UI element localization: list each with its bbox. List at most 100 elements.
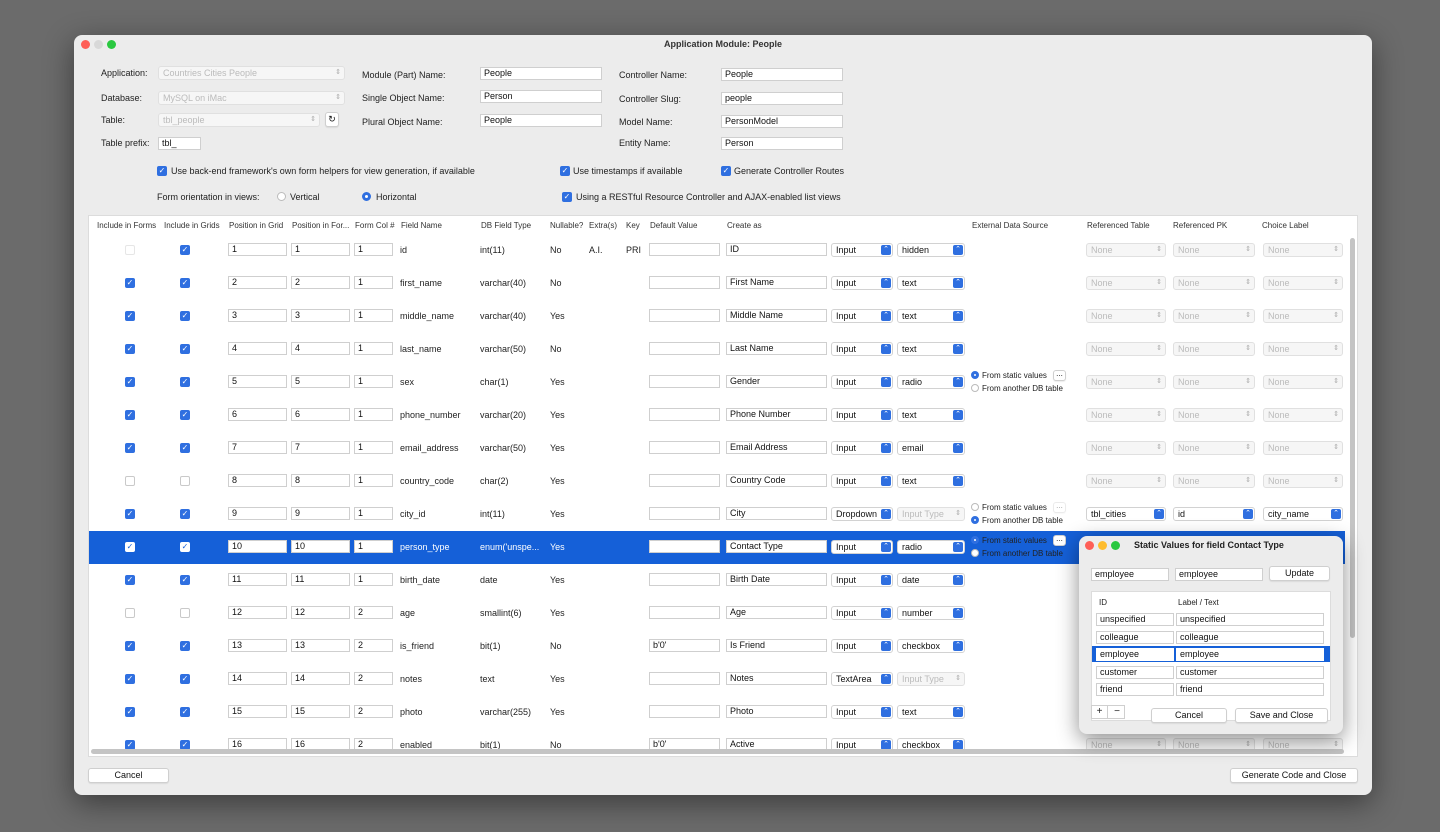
input-type-select[interactable]: text ⌃	[897, 408, 965, 422]
include-in-forms-checkbox[interactable]: ✓	[125, 278, 135, 288]
include-in-grids-checkbox[interactable]: ✓	[180, 377, 190, 387]
position-in-form-field[interactable]: 2	[291, 276, 350, 289]
static-value-id[interactable]: customer	[1096, 665, 1174, 679]
include-in-forms-checkbox[interactable]: ✓	[125, 311, 135, 321]
choice-label-select[interactable]: None⇕	[1263, 309, 1343, 323]
choice-label-select[interactable]: None⇕	[1263, 243, 1343, 257]
column-header[interactable]: Default Value	[650, 221, 697, 230]
referenced-table-select[interactable]: None⇕	[1086, 342, 1166, 356]
remove-value-button[interactable]: −	[1109, 706, 1125, 718]
control-type-select[interactable]: Input ⌃	[831, 540, 893, 554]
table-row[interactable]: ✓ ✓ 3 3 1 middle_name varchar(40) Yes Middle Nam…	[89, 300, 1345, 333]
default-value-field[interactable]	[649, 507, 720, 520]
static-value-label[interactable]: friend	[1176, 683, 1324, 696]
column-header[interactable]: Field Name	[401, 221, 442, 230]
default-value-field[interactable]	[649, 408, 720, 421]
default-value-field[interactable]: b'0'	[649, 639, 720, 652]
form-column-field[interactable]: 1	[354, 408, 393, 421]
input-type-select[interactable]: text ⌃	[897, 342, 965, 356]
include-in-forms-checkbox[interactable]: ✓	[125, 641, 135, 651]
column-header[interactable]: Key	[626, 221, 640, 230]
position-in-grid-field[interactable]: 5	[228, 375, 287, 388]
module-name-field[interactable]: People	[480, 67, 602, 80]
position-in-grid-field[interactable]: 6	[228, 408, 287, 421]
include-in-forms-checkbox[interactable]: ✓	[125, 245, 135, 255]
control-type-select[interactable]: Input ⌃	[831, 639, 893, 653]
control-type-select[interactable]: Input ⌃	[831, 441, 893, 455]
from-db-table-radio[interactable]	[971, 516, 979, 524]
static-value-id[interactable]: unspecified	[1096, 613, 1174, 626]
table-row[interactable]: ✓✓111idint(11)NoA.I.PRIIDInput⌃hidden⌃No…	[89, 234, 1345, 267]
choice-label-select[interactable]: None⇕	[1263, 408, 1343, 422]
from-static-values-radio[interactable]	[971, 503, 979, 511]
table-row[interactable]: ✓ ✓ 6 6 1 phone_number varchar(20) Yes Phone Num…	[89, 399, 1345, 432]
referenced-table-select[interactable]: None⇕	[1086, 375, 1166, 389]
table-select[interactable]: tbl_people ⇕	[158, 113, 320, 127]
form-column-field[interactable]: 1	[354, 375, 393, 388]
choice-label-select[interactable]: city_name ⌃	[1263, 507, 1343, 521]
zoom-window-icon[interactable]	[107, 40, 116, 49]
edit-static-values-button[interactable]: ...	[1053, 535, 1066, 546]
control-type-select[interactable]: Input ⌃	[831, 309, 893, 323]
control-type-select[interactable]: Input ⌃	[831, 705, 893, 719]
position-in-grid-field[interactable]: 9	[228, 507, 287, 520]
form-column-field[interactable]: 2	[354, 672, 393, 685]
timestamps-checkbox[interactable]: ✓	[560, 166, 570, 176]
control-type-select[interactable]: Input ⌃	[831, 276, 893, 290]
referenced-pk-select[interactable]: None⇕	[1173, 309, 1255, 323]
column-header[interactable]: Extra(s)	[589, 221, 617, 230]
database-select[interactable]: MySQL on iMac ⇕	[158, 91, 345, 105]
create-as-label-field[interactable]: Contact Type	[726, 540, 827, 553]
choice-label-select[interactable]: None⇕	[1263, 276, 1343, 290]
input-type-select[interactable]: text ⌃	[897, 276, 965, 290]
include-in-forms-checkbox[interactable]: ✓	[125, 542, 135, 552]
generate-code-button[interactable]: Generate Code and Close	[1230, 768, 1358, 783]
form-column-field[interactable]: 1	[354, 540, 393, 553]
referenced-pk-select[interactable]: None⇕	[1173, 441, 1255, 455]
include-in-grids-checkbox[interactable]: ✓	[180, 344, 190, 354]
control-type-select[interactable]: Input ⌃	[831, 375, 893, 389]
update-button[interactable]: Update	[1269, 566, 1330, 581]
form-column-field[interactable]: 2	[354, 639, 393, 652]
position-in-grid-field[interactable]: 3	[228, 309, 287, 322]
create-as-label-field[interactable]: Notes	[726, 672, 827, 685]
include-in-grids-checkbox[interactable]: ✓	[180, 608, 190, 618]
table-row[interactable]: ✓ ✓ 5 5 1 sex char(1) Yes Gender Input ⌃ radio ⌃ From…	[89, 366, 1345, 399]
column-header[interactable]: DB Field Type	[481, 221, 531, 230]
create-as-label-field[interactable]: ID	[726, 243, 827, 256]
include-in-forms-checkbox[interactable]: ✓	[125, 377, 135, 387]
position-in-grid-field[interactable]: 8	[228, 474, 287, 487]
input-type-select[interactable]: checkbox ⌃	[897, 639, 965, 653]
column-header[interactable]: External Data Source	[972, 221, 1048, 230]
default-value-field[interactable]	[649, 342, 720, 355]
include-in-grids-checkbox[interactable]: ✓	[180, 674, 190, 684]
column-header[interactable]: Referenced PK	[1173, 221, 1227, 230]
form-column-field[interactable]: 1	[354, 276, 393, 289]
create-as-label-field[interactable]: Country Code	[726, 474, 827, 487]
include-in-grids-checkbox[interactable]: ✓	[180, 476, 190, 486]
include-in-forms-checkbox[interactable]: ✓	[125, 476, 135, 486]
referenced-pk-select[interactable]: None⇕	[1173, 474, 1255, 488]
input-type-select[interactable]: Input Type ⇕	[897, 507, 965, 521]
add-value-button[interactable]: +	[1092, 706, 1108, 718]
static-value-label[interactable]: colleague	[1176, 630, 1324, 644]
input-type-select[interactable]: email ⌃	[897, 441, 965, 455]
close-window-icon[interactable]	[81, 40, 90, 49]
create-as-label-field[interactable]: First Name	[726, 276, 827, 289]
input-type-select[interactable]: text ⌃	[897, 705, 965, 719]
create-as-label-field[interactable]: Last Name	[726, 342, 827, 355]
default-value-field[interactable]	[649, 606, 720, 619]
form-column-field[interactable]: 1	[354, 243, 393, 256]
position-in-form-field[interactable]: 15	[291, 705, 350, 718]
create-as-label-field[interactable]: Gender	[726, 375, 827, 388]
static-value-id[interactable]: colleague	[1096, 630, 1174, 644]
minimize-window-icon[interactable]	[94, 40, 103, 49]
position-in-form-field[interactable]: 3	[291, 309, 350, 322]
column-header[interactable]: Referenced Table	[1087, 221, 1150, 230]
choice-label-select[interactable]: None⇕	[1263, 375, 1343, 389]
create-as-label-field[interactable]: Phone Number	[726, 408, 827, 421]
include-in-grids-checkbox[interactable]: ✓	[180, 410, 190, 420]
position-in-grid-field[interactable]: 1	[228, 243, 287, 256]
position-in-form-field[interactable]: 7	[291, 441, 350, 454]
static-value-label[interactable]: employee	[1176, 648, 1324, 661]
